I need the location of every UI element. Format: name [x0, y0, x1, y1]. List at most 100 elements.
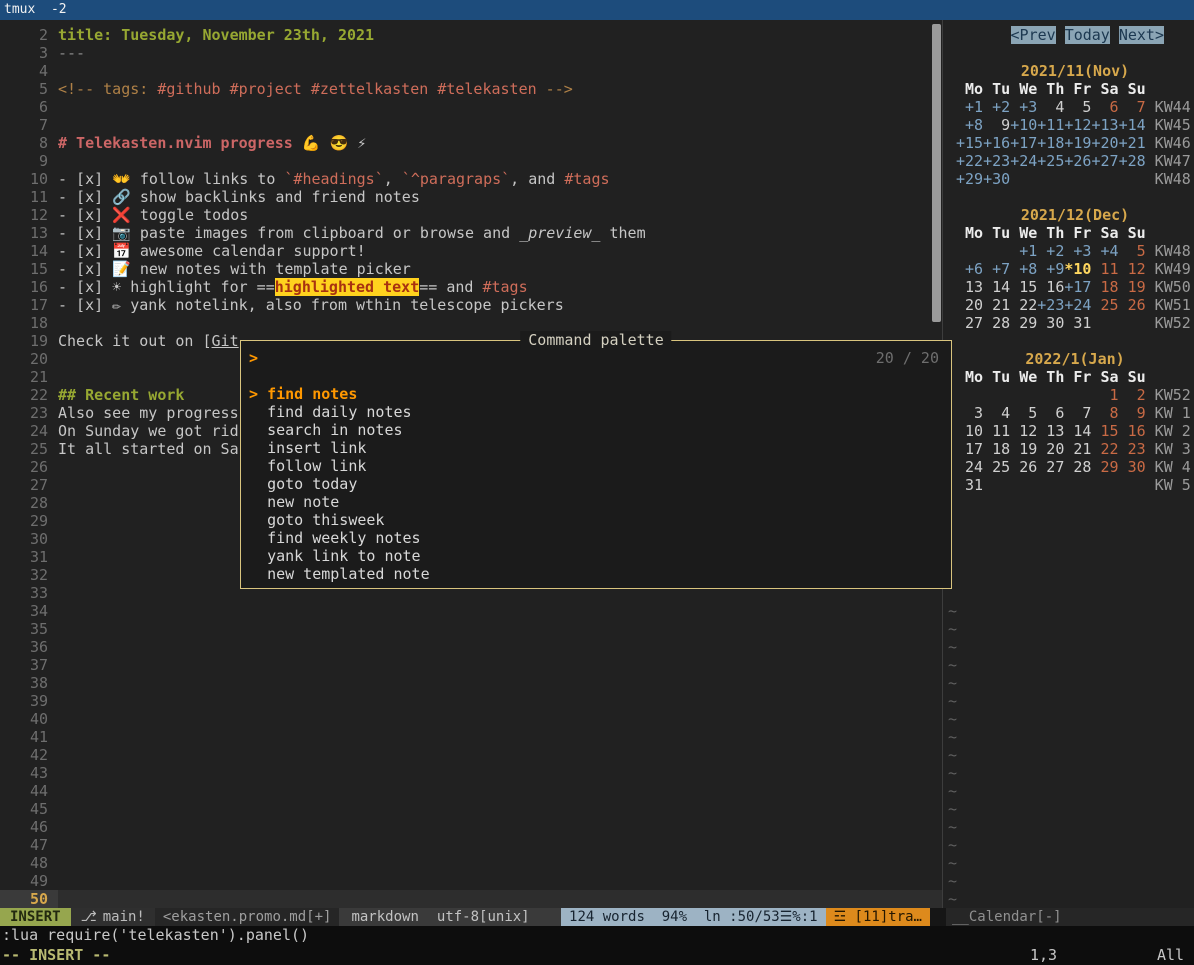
editor-line[interactable]: 17- [x] ✏ yank notelink, also from wthin… [0, 296, 942, 314]
calendar-day[interactable]: 30 [1119, 458, 1146, 476]
calendar-day[interactable]: 20 [1037, 440, 1064, 458]
editor-line[interactable]: 14- [x] 📅 awesome calendar support! [0, 242, 942, 260]
calendar-day[interactable]: 6 [1037, 404, 1064, 422]
editor-line[interactable]: 49 [0, 872, 942, 890]
calendar-day[interactable]: 29 [1091, 458, 1118, 476]
editor-line[interactable]: 16- [x] ☀ highlight for ==highlighted te… [0, 278, 942, 296]
calendar-day[interactable]: 28 [983, 314, 1010, 332]
palette-item[interactable]: find weekly notes [241, 529, 951, 547]
calendar-day[interactable]: +15 [956, 134, 983, 152]
editor-line[interactable]: 12- [x] ❌ toggle todos [0, 206, 942, 224]
editor-line[interactable]: 46 [0, 818, 942, 836]
editor-line[interactable]: 43 [0, 764, 942, 782]
palette-item[interactable]: > find notes [241, 385, 951, 403]
calendar-day[interactable]: +24 [1010, 152, 1037, 170]
calendar-day[interactable]: +3 [1010, 98, 1037, 116]
editor-line[interactable]: 48 [0, 854, 942, 872]
calendar-day[interactable]: 3 [956, 404, 983, 422]
editor-line[interactable]: 36 [0, 638, 942, 656]
command-line[interactable]: :lua require('telekasten').panel() [0, 926, 1194, 945]
calendar-day[interactable]: +6 [956, 260, 983, 278]
editor-line[interactable]: 10- [x] 👐 follow links to `#headings`, `… [0, 170, 942, 188]
palette-item[interactable]: goto today [241, 475, 951, 493]
editor-line[interactable]: 50 [0, 890, 942, 908]
calendar-day[interactable]: 14 [983, 278, 1010, 296]
calendar-day[interactable]: 8 [1091, 404, 1118, 422]
calendar-day[interactable]: +10 [1010, 116, 1037, 134]
git-branch[interactable]: ⎇ main! [71, 908, 155, 926]
palette-item[interactable]: new templated note [241, 565, 951, 583]
calendar-day[interactable]: 2 [1119, 386, 1146, 404]
palette-item[interactable]: goto thisweek [241, 511, 951, 529]
calendar-day[interactable]: +22 [956, 152, 983, 170]
palette-item[interactable]: new note [241, 493, 951, 511]
calendar-day[interactable]: 4 [983, 404, 1010, 422]
editor-line[interactable]: 4 [0, 62, 942, 80]
calendar-day[interactable]: 27 [1037, 458, 1064, 476]
palette-item[interactable]: yank link to note [241, 547, 951, 565]
calendar-day[interactable]: +23 [1037, 296, 1064, 314]
editor-line[interactable]: 5<!-- tags: #github #project #zettelkast… [0, 80, 942, 98]
calendar-day[interactable]: +29 [956, 170, 983, 188]
calendar-day[interactable]: 22 [1091, 440, 1118, 458]
calendar-day[interactable]: 19 [1119, 278, 1146, 296]
editor-line[interactable]: 9 [0, 152, 942, 170]
editor-line[interactable]: 6 [0, 98, 942, 116]
calendar-day[interactable]: 17 [956, 440, 983, 458]
editor-line[interactable]: 35 [0, 620, 942, 638]
editor-line[interactable]: 8# Telekasten.nvim progress 💪 😎 ⚡ [0, 134, 942, 152]
calendar-next-button[interactable]: Next> [1119, 26, 1164, 44]
calendar-day[interactable]: +20 [1091, 134, 1118, 152]
calendar-day[interactable]: 15 [1010, 278, 1037, 296]
calendar-day[interactable]: 25 [983, 458, 1010, 476]
calendar-day[interactable]: +18 [1037, 134, 1064, 152]
calendar-day[interactable]: +3 [1064, 242, 1091, 260]
calendar-day[interactable]: 9 [983, 116, 1010, 134]
calendar-day[interactable]: 4 [1037, 98, 1064, 116]
calendar-day[interactable]: +27 [1091, 152, 1118, 170]
calendar-day[interactable]: +2 [983, 98, 1010, 116]
editor-line[interactable]: 45 [0, 800, 942, 818]
palette-item[interactable]: search in notes [241, 421, 951, 439]
calendar-day[interactable]: 31 [1064, 314, 1091, 332]
calendar-today-button[interactable]: Today [1065, 26, 1110, 44]
editor-line[interactable]: 18 [0, 314, 942, 332]
calendar-prev-button[interactable]: <Prev [1011, 26, 1056, 44]
editor-line[interactable]: 38 [0, 674, 942, 692]
palette-input[interactable]: > 20 / 20 [241, 349, 951, 367]
calendar-day[interactable]: 24 [956, 458, 983, 476]
calendar-day[interactable]: +13 [1091, 116, 1118, 134]
calendar-day[interactable]: +26 [1064, 152, 1091, 170]
calendar-day[interactable]: 10 [956, 422, 983, 440]
calendar-day[interactable]: 9 [1119, 404, 1146, 422]
calendar-day[interactable]: 13 [1037, 422, 1064, 440]
editor-line[interactable]: 13- [x] 📷 paste images from clipboard or… [0, 224, 942, 242]
calendar-day[interactable]: +23 [983, 152, 1010, 170]
editor-line[interactable]: 3--- [0, 44, 942, 62]
editor-line[interactable]: 11- [x] 🔗 show backlinks and friend note… [0, 188, 942, 206]
calendar-day[interactable]: 21 [983, 296, 1010, 314]
calendar-day[interactable]: 16 [1037, 278, 1064, 296]
calendar-day[interactable]: 25 [1091, 296, 1118, 314]
calendar-day[interactable]: +17 [1064, 278, 1091, 296]
calendar-day[interactable]: 15 [1091, 422, 1118, 440]
calendar-day[interactable]: +14 [1119, 116, 1146, 134]
calendar-day[interactable]: +9 [1037, 260, 1064, 278]
calendar-day[interactable]: 16 [1119, 422, 1146, 440]
calendar-day[interactable]: 6 [1091, 98, 1118, 116]
editor-line[interactable]: 15- [x] 📝 new notes with template picker [0, 260, 942, 278]
calendar-day[interactable]: 7 [1064, 404, 1091, 422]
calendar-day[interactable]: 21 [1064, 440, 1091, 458]
calendar-day[interactable]: +1 [1010, 242, 1037, 260]
calendar-day[interactable]: +11 [1037, 116, 1064, 134]
calendar-day[interactable]: +24 [1064, 296, 1091, 314]
calendar-day[interactable]: 1 [1091, 386, 1118, 404]
calendar-day[interactable]: +21 [1119, 134, 1146, 152]
calendar-day[interactable]: 18 [983, 440, 1010, 458]
calendar-day[interactable]: 5 [1010, 404, 1037, 422]
calendar-day[interactable]: 23 [1119, 440, 1146, 458]
editor-line[interactable]: 41 [0, 728, 942, 746]
calendar-day[interactable]: +12 [1064, 116, 1091, 134]
calendar-day[interactable]: 18 [1091, 278, 1118, 296]
calendar-day[interactable]: 12 [1010, 422, 1037, 440]
